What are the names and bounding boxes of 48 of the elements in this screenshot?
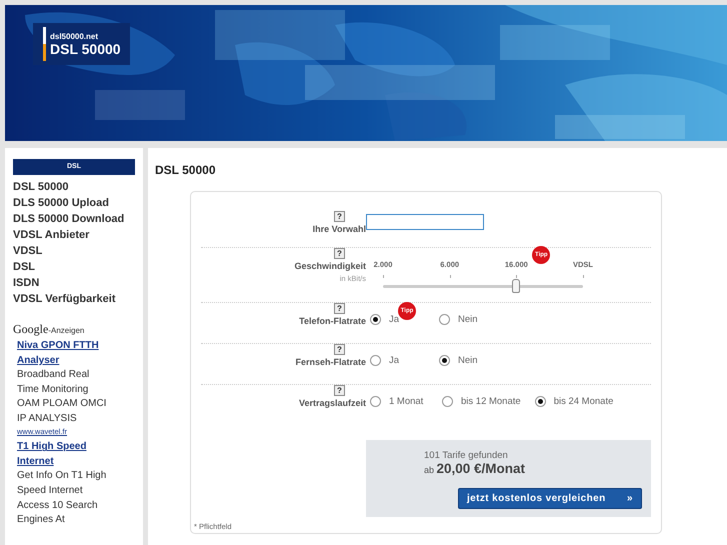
field-label: Vertragslaufzeit bbox=[298, 398, 366, 408]
ads-brand: Google bbox=[13, 322, 48, 337]
ad-text: Broadband Real Time Monitoring OAM PLOAM OMCI IP ANALYSIS bbox=[17, 368, 108, 426]
option-label[interactable]: bis 12 Monate bbox=[461, 396, 521, 407]
ad-link[interactable]: Niva GPON FTTH Analyser bbox=[17, 338, 109, 368]
slider-thumb[interactable] bbox=[512, 279, 520, 293]
option-label[interactable]: Nein bbox=[458, 314, 478, 325]
option-label[interactable]: 1 Monat bbox=[389, 396, 424, 407]
radio-button[interactable] bbox=[534, 396, 546, 407]
field-label: Ihre Vorwahl bbox=[312, 224, 366, 234]
price-text: ab 20,00 €/Monat bbox=[424, 461, 526, 476]
input-field[interactable] bbox=[366, 214, 484, 230]
sidebar-link[interactable]: DSL bbox=[13, 259, 35, 275]
radio-button[interactable] bbox=[370, 314, 381, 325]
sidebar-link[interactable]: DLS 50000 Upload bbox=[13, 195, 109, 211]
sidebar-link[interactable]: VDSL Anbieter bbox=[13, 227, 90, 243]
result-count: 101 Tarife gefunden bbox=[424, 450, 509, 461]
sidebar-link[interactable]: ISDN bbox=[13, 275, 40, 291]
option-label[interactable]: Ja bbox=[389, 314, 400, 325]
radio-button[interactable] bbox=[439, 314, 450, 325]
sidebar-link[interactable]: DSL 50000 bbox=[13, 179, 68, 195]
slider-track[interactable] bbox=[383, 279, 583, 294]
help-button[interactable]: ? bbox=[334, 211, 345, 222]
sidebar-link[interactable]: VDSL bbox=[13, 243, 42, 259]
option-label[interactable]: Nein bbox=[458, 355, 478, 366]
ad-link[interactable]: T1 High Speed Internet bbox=[17, 439, 109, 470]
ads-label: -Anzeigen bbox=[48, 326, 84, 335]
option-label[interactable]: Ja bbox=[389, 355, 400, 366]
option-label[interactable]: bis 24 Monate bbox=[554, 396, 614, 407]
help-button[interactable]: ? bbox=[334, 303, 345, 314]
help-button[interactable]: ? bbox=[334, 344, 345, 355]
radio-button[interactable] bbox=[370, 355, 381, 366]
radio-button[interactable] bbox=[370, 396, 381, 407]
logo-domain: dsl50000.net bbox=[50, 32, 100, 40]
field-label: Geschwindigkeit bbox=[294, 261, 366, 271]
sidebar-link[interactable]: DLS 50000 Download bbox=[13, 211, 124, 227]
ad-text: Get Info On T1 High Speed Internet Access 10 Search Engines At bbox=[17, 469, 108, 528]
help-button[interactable]: ? bbox=[334, 385, 345, 396]
field-label: Telefon-Flatrate bbox=[299, 316, 366, 326]
field-label: Fernseh-Flatrate bbox=[295, 357, 366, 367]
help-button[interactable]: ? bbox=[334, 248, 345, 259]
logo-title: DSL 50000 bbox=[50, 40, 121, 56]
chevron-icon: » bbox=[627, 493, 633, 504]
page-title: DSL 50000 bbox=[155, 163, 216, 177]
compare-button[interactable]: jetzt kostenlos vergleichen » bbox=[458, 488, 642, 509]
radio-button[interactable] bbox=[439, 355, 450, 366]
sidebar-link[interactable]: VDSL Verfügbarkeit bbox=[13, 291, 116, 307]
radio-button[interactable] bbox=[442, 396, 453, 407]
